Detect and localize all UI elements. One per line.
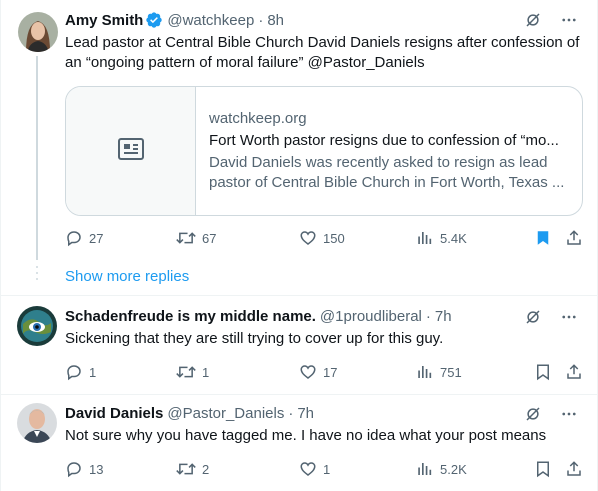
bookmark-button[interactable]	[534, 459, 552, 479]
view-count: 751	[440, 364, 462, 380]
action-bar: 1 1 17 751	[65, 362, 583, 382]
reply-count: 27	[89, 230, 104, 246]
more-icon[interactable]	[560, 11, 578, 29]
repost-button[interactable]: 67	[176, 228, 216, 248]
avatar[interactable]	[18, 12, 58, 52]
reply-button[interactable]: 27	[65, 228, 103, 248]
card-title: Fort Worth pastor resigns due to confess…	[209, 132, 559, 149]
more-icon[interactable]	[560, 405, 578, 423]
views-icon	[418, 232, 432, 244]
repost-button[interactable]: 1	[176, 362, 209, 382]
view-count: 5.4K	[440, 230, 467, 246]
reply-button[interactable]: 13	[65, 459, 103, 479]
bookmark-button[interactable]	[534, 362, 552, 382]
views-button[interactable]: 5.4K	[416, 228, 467, 248]
grok-icon[interactable]	[524, 405, 542, 423]
like-icon	[300, 462, 316, 476]
separator: ·	[425, 307, 431, 325]
author-handle[interactable]: @1proudliberal	[320, 308, 422, 325]
avatar[interactable]	[17, 306, 57, 346]
share-button[interactable]	[565, 459, 583, 479]
tweet-header: David Daniels @Pastor_Daniels · 7h	[65, 403, 314, 423]
show-more-replies-link[interactable]: Show more replies	[65, 267, 189, 287]
author-name[interactable]: Amy Smith	[65, 12, 143, 29]
like-count: 17	[323, 364, 338, 380]
tweet-header: Schadenfreude is my middle name. @1proud…	[65, 306, 452, 326]
repost-icon	[176, 232, 196, 244]
action-bar: 27 67 150 5.4K	[65, 228, 583, 248]
reply-icon	[67, 231, 81, 247]
reply-count: 1	[89, 364, 97, 380]
repost-count: 67	[202, 230, 217, 246]
like-count: 150	[323, 230, 345, 246]
timestamp[interactable]: 7h	[435, 308, 452, 325]
grok-icon[interactable]	[524, 11, 542, 29]
reply-count: 13	[89, 461, 104, 477]
tweet-top-actions	[524, 11, 578, 29]
like-button[interactable]: 1	[299, 459, 330, 479]
timestamp[interactable]: 8h	[267, 12, 284, 29]
repost-count: 2	[202, 461, 210, 477]
reply-icon	[67, 365, 81, 381]
author-name[interactable]: Schadenfreude is my middle name.	[65, 308, 316, 325]
share-icon	[567, 364, 581, 379]
repost-icon	[176, 366, 196, 378]
avatar[interactable]	[17, 403, 57, 443]
repost-count: 1	[202, 364, 210, 380]
card-description: David Daniels was recently asked to resi…	[209, 154, 565, 191]
more-icon[interactable]	[560, 308, 578, 326]
repost-button[interactable]: 2	[176, 459, 209, 479]
tweet-text: Not sure why you have tagged me. I have …	[65, 427, 547, 444]
separator: ·	[258, 11, 264, 29]
author-name[interactable]: David Daniels	[65, 405, 163, 422]
card-domain: watchkeep.org	[209, 110, 307, 127]
bookmark-icon	[537, 461, 549, 478]
divider	[0, 394, 598, 395]
article-icon	[117, 137, 144, 165]
like-icon	[300, 365, 316, 379]
like-button[interactable]: 150	[299, 228, 345, 248]
like-icon	[300, 231, 316, 245]
repost-icon	[176, 463, 196, 475]
verified-badge-icon	[145, 11, 163, 29]
bookmark-icon	[537, 364, 549, 381]
action-bar: 13 2 1 5.2K	[65, 459, 583, 479]
left-border	[0, 0, 1, 491]
timeline: Amy Smith @watchkeep · 8h Lead pastor at…	[0, 0, 598, 491]
separator: ·	[288, 404, 294, 422]
bookmark-button[interactable]	[534, 228, 552, 248]
like-button[interactable]: 17	[299, 362, 337, 382]
author-handle[interactable]: @watchkeep	[167, 12, 254, 29]
card-text: watchkeep.org Fort Worth pastor resigns …	[209, 109, 574, 193]
views-button[interactable]: 751	[416, 362, 462, 382]
views-icon	[418, 366, 432, 378]
tweet-top-actions	[524, 308, 578, 326]
reply-icon	[67, 462, 81, 478]
grok-icon[interactable]	[524, 308, 542, 326]
tweet-text: Lead pastor at Central Bible Church Davi…	[65, 34, 580, 71]
author-handle[interactable]: @Pastor_Daniels	[167, 405, 284, 422]
bookmark-icon	[537, 231, 549, 245]
thread-dots	[36, 266, 38, 284]
tweet-text: Sickening that they are still trying to …	[65, 330, 444, 347]
reply-button[interactable]: 1	[65, 362, 96, 382]
share-icon	[567, 461, 581, 476]
link-card[interactable]: watchkeep.org Fort Worth pastor resigns …	[65, 86, 583, 216]
thread-line	[36, 56, 38, 260]
tweet-header: Amy Smith @watchkeep · 8h	[65, 10, 284, 30]
share-icon	[567, 230, 581, 245]
card-thumbnail	[66, 87, 196, 215]
like-count: 1	[323, 461, 331, 477]
timestamp[interactable]: 7h	[297, 405, 314, 422]
views-icon	[418, 463, 432, 475]
tweet-top-actions	[524, 405, 578, 423]
share-button[interactable]	[565, 228, 583, 248]
views-button[interactable]: 5.2K	[416, 459, 467, 479]
view-count: 5.2K	[440, 461, 467, 477]
divider	[0, 295, 598, 296]
share-button[interactable]	[565, 362, 583, 382]
